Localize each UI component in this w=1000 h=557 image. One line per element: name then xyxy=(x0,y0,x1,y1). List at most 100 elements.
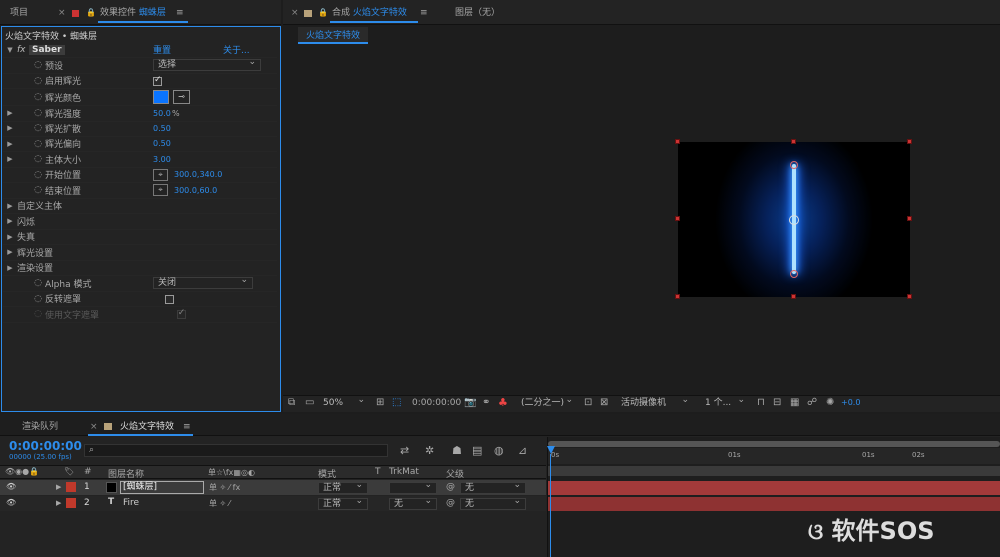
stopwatch-icon[interactable]: ◌ xyxy=(31,92,45,102)
parent-dropdown[interactable]: 无 xyxy=(460,496,526,510)
panel-menu-icon[interactable]: ≡ xyxy=(176,6,184,20)
parent-dropdown[interactable]: 无 xyxy=(460,480,526,494)
playhead-line[interactable] xyxy=(550,454,551,557)
end-point-handle[interactable] xyxy=(790,270,798,278)
stopwatch-icon[interactable]: ◌ xyxy=(31,60,45,70)
zoom-dropdown[interactable]: 50% xyxy=(318,395,370,409)
param-value[interactable]: 300.0,60.0 xyxy=(174,186,217,195)
draft-3d-icon[interactable]: ✲ xyxy=(425,444,434,457)
close-icon[interactable]: × xyxy=(291,6,299,20)
use-text-mask-checkbox[interactable] xyxy=(176,308,186,319)
header-layer-name[interactable]: 图层名称 xyxy=(108,467,144,480)
group-custom-core[interactable]: ▶ 自定义主体 xyxy=(3,199,277,214)
exposure-icon[interactable]: ✺ xyxy=(826,397,834,408)
toggle-pixel-icon[interactable]: ⊓ xyxy=(757,397,765,408)
comp-mini-flowchart-icon[interactable]: ⇄ xyxy=(400,444,409,457)
expand-arrow-icon[interactable]: ▶ xyxy=(3,217,17,225)
alpha-mode-dropdown[interactable]: 关闭 xyxy=(153,275,253,289)
expand-arrow-icon[interactable]: ▶ xyxy=(3,109,17,117)
group-glow-settings[interactable]: ▶ 辉光设置 xyxy=(3,245,277,261)
transform-handle[interactable] xyxy=(675,216,680,221)
tab-render-queue[interactable]: 渲染队列 xyxy=(22,420,58,434)
tab-layer[interactable]: 图层（无） xyxy=(455,6,500,20)
flowchart-icon[interactable]: ☍ xyxy=(807,397,817,408)
param-use-text-mask[interactable]: ◌ 使用文字遮罩 xyxy=(3,307,277,323)
layer-bar[interactable] xyxy=(548,497,1000,511)
reset-exposure-icon[interactable]: ⊟ xyxy=(773,397,781,408)
invert-mask-checkbox[interactable] xyxy=(164,295,174,304)
param-value[interactable]: 300.0,340.0 xyxy=(174,170,222,179)
layer-switches[interactable]: 单 ✧ ⁄ fx xyxy=(209,482,240,493)
trkmat-dropdown[interactable]: 无 xyxy=(389,496,437,510)
fx-icon[interactable]: fx xyxy=(17,45,29,55)
preset-dropdown[interactable]: 选择 xyxy=(153,57,261,71)
param-value[interactable]: 50.0 xyxy=(153,109,171,118)
param-glow-intensity[interactable]: ▶ ◌ 辉光强度 50.0 % xyxy=(3,106,277,122)
param-core-size[interactable]: ▶ ◌ 主体大小 3.00 xyxy=(3,152,277,168)
eye-icon[interactable]: 👁 xyxy=(6,482,16,491)
param-value[interactable]: 0.50 xyxy=(153,139,171,148)
exposure-value[interactable]: +0.0 xyxy=(841,398,860,407)
transform-handle[interactable] xyxy=(907,139,912,144)
playhead-icon[interactable] xyxy=(547,446,555,454)
camera-dropdown[interactable]: 活动摄像机 xyxy=(616,395,694,409)
close-icon[interactable]: × xyxy=(90,420,98,434)
param-value[interactable]: 0.50 xyxy=(153,124,171,133)
param-end-pos[interactable]: ◌ 结束位置 ⌖ 300.0,60.0 xyxy=(3,183,277,199)
param-glow-color[interactable]: ◌ 辉光颜色 xyxy=(3,89,277,106)
viewer-timecode[interactable]: 0:00:00:00 xyxy=(412,398,461,408)
expand-arrow-icon[interactable]: ▶ xyxy=(3,233,17,241)
time-ruler[interactable] xyxy=(548,448,1000,464)
time-navigator[interactable] xyxy=(548,441,1000,447)
param-glow-spread[interactable]: ▶ ◌ 辉光扩散 0.50 xyxy=(3,121,277,137)
expand-arrow-icon[interactable]: ▶ xyxy=(3,140,17,148)
layer-color-label[interactable] xyxy=(66,498,76,508)
color-channel-icon[interactable]: ♣ xyxy=(498,396,508,409)
tab-timeline-comp[interactable]: 火焰文字特效 xyxy=(120,420,174,434)
layer-name[interactable]: Fire xyxy=(123,498,139,508)
transform-handle[interactable] xyxy=(907,216,912,221)
effect-header-row[interactable]: ▼ fx Saber 重置 关于... xyxy=(3,42,277,58)
transform-handle[interactable] xyxy=(907,294,912,299)
shy-icon[interactable]: ☗ xyxy=(452,444,462,457)
fit-icon[interactable]: ⊞ xyxy=(376,397,384,408)
mode-dropdown[interactable]: 正常 xyxy=(318,496,368,510)
lock-icon[interactable]: 🔒 xyxy=(318,6,328,20)
stopwatch-icon[interactable]: ◌ xyxy=(31,76,45,86)
stopwatch-icon[interactable]: ◌ xyxy=(31,139,45,149)
layer-bar[interactable] xyxy=(548,481,1000,495)
close-icon[interactable]: × xyxy=(58,6,66,20)
region-icon[interactable]: ⬚ xyxy=(392,397,401,408)
expand-arrow-icon[interactable]: ▶ xyxy=(3,155,17,163)
expand-arrow-icon[interactable]: ▶ xyxy=(56,499,61,507)
transparency-grid-icon[interactable]: ⊠ xyxy=(600,397,608,408)
param-enable-glow[interactable]: ◌ 启用辉光 xyxy=(3,74,277,89)
stopwatch-icon[interactable]: ◌ xyxy=(31,154,45,164)
about-link[interactable]: 关于... xyxy=(223,43,250,56)
monitor-icon[interactable]: ▭ xyxy=(305,397,314,408)
transform-handle[interactable] xyxy=(675,294,680,299)
tab-project[interactable]: 项目 xyxy=(10,6,28,20)
roi-icon[interactable]: ⊡ xyxy=(584,397,592,408)
views-dropdown[interactable]: 1 个... xyxy=(700,395,750,409)
timeline-icon[interactable]: ▦ xyxy=(790,397,799,408)
collapse-arrow-icon[interactable]: ▼ xyxy=(3,46,17,54)
param-value[interactable]: 3.00 xyxy=(153,155,171,164)
work-area-bar[interactable] xyxy=(548,466,1000,476)
effect-name[interactable]: Saber xyxy=(29,44,65,55)
crosshair-icon[interactable]: ⌖ xyxy=(153,168,168,181)
panel-menu-icon[interactable]: ≡ xyxy=(420,6,428,20)
layer-name[interactable]: [蜘蛛层] xyxy=(120,481,204,494)
expand-arrow-icon[interactable]: ▶ xyxy=(56,483,61,491)
always-preview-icon[interactable]: ⧉ xyxy=(288,397,295,408)
group-distortion[interactable]: ▶ 失真 xyxy=(3,230,277,245)
param-invert-mask[interactable]: ◌ 反转遮罩 xyxy=(3,292,277,307)
reset-link[interactable]: 重置 xyxy=(153,43,171,56)
group-render-settings[interactable]: ▶ 渲染设置 xyxy=(3,261,277,276)
stopwatch-icon[interactable]: ◌ xyxy=(31,108,45,118)
mode-dropdown[interactable]: 正常 xyxy=(318,480,368,494)
expand-arrow-icon[interactable]: ▶ xyxy=(3,264,17,272)
motion-blur-icon[interactable]: ◍ xyxy=(494,444,504,457)
trkmat-dropdown[interactable] xyxy=(389,480,437,494)
enable-glow-checkbox[interactable] xyxy=(153,75,162,86)
